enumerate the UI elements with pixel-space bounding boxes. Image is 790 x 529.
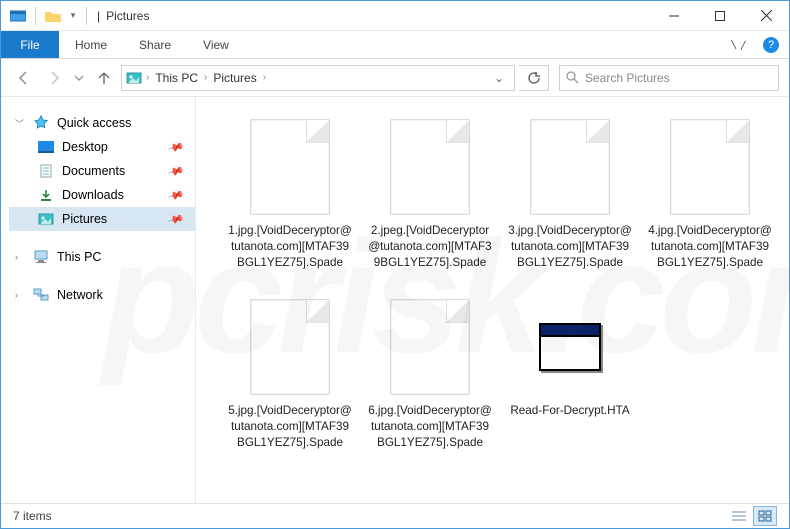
file-item[interactable]: 1.jpg.[VoidDeceryptor@tutanota.com][MTAF… bbox=[220, 111, 360, 291]
sidebar-this-pc[interactable]: › This PC bbox=[9, 245, 195, 269]
file-name: 1.jpg.[VoidDeceryptor@tutanota.com][MTAF… bbox=[228, 223, 352, 270]
titlebar-sep: | bbox=[93, 9, 100, 23]
address-bar[interactable]: › This PC › Pictures › ⌄ bbox=[121, 65, 515, 91]
back-button[interactable] bbox=[11, 65, 37, 91]
ribbon: File Home Share View 〵〳 ? bbox=[1, 31, 789, 59]
sidebar-label: Quick access bbox=[57, 116, 131, 130]
blank-file-icon bbox=[390, 299, 470, 395]
search-placeholder: Search Pictures bbox=[585, 71, 670, 85]
file-pane[interactable]: 1.jpg.[VoidDeceryptor@tutanota.com][MTAF… bbox=[196, 97, 789, 505]
tab-view[interactable]: View bbox=[187, 31, 245, 58]
sidebar-item-label: Downloads bbox=[62, 188, 124, 202]
minimize-button[interactable] bbox=[651, 1, 697, 31]
expand-ribbon-icon[interactable]: 〵〳 bbox=[729, 37, 749, 52]
close-button[interactable] bbox=[743, 1, 789, 31]
chevron-right-icon[interactable]: › bbox=[204, 72, 207, 83]
network-icon bbox=[32, 287, 50, 303]
chevron-right-icon: › bbox=[15, 290, 25, 300]
sidebar-quick-access[interactable]: ﹀ Quick access bbox=[9, 111, 195, 135]
titlebar: ▾ | Pictures bbox=[1, 1, 789, 31]
search-icon bbox=[566, 71, 579, 84]
chevron-down-icon: ﹀ bbox=[15, 117, 25, 130]
up-button[interactable] bbox=[91, 65, 117, 91]
sidebar-network[interactable]: › Network bbox=[9, 283, 195, 307]
crumb-this-pc[interactable]: This PC bbox=[153, 71, 200, 85]
chevron-right-icon: › bbox=[15, 252, 25, 262]
doc-icon bbox=[37, 163, 55, 179]
file-tab[interactable]: File bbox=[1, 31, 59, 58]
window-title: Pictures bbox=[102, 9, 149, 23]
item-count: 7 items bbox=[13, 509, 52, 523]
sidebar-item-label: Documents bbox=[62, 164, 125, 178]
help-icon[interactable]: ? bbox=[763, 37, 779, 53]
details-view-button[interactable] bbox=[727, 506, 751, 526]
folder-icon[interactable] bbox=[42, 5, 64, 27]
file-name: 3.jpg.[VoidDeceryptor@tutanota.com][MTAF… bbox=[508, 223, 632, 270]
pc-icon bbox=[32, 249, 50, 265]
refresh-button[interactable] bbox=[519, 65, 549, 91]
qat-dropdown-icon[interactable]: ▾ bbox=[66, 5, 80, 27]
file-item[interactable]: 6.jpg.[VoidDeceryptor@tutanota.com][MTAF… bbox=[360, 291, 500, 471]
sidebar-item-downloads[interactable]: Downloads 📌 bbox=[9, 183, 195, 207]
nav-row: › This PC › Pictures › ⌄ Search Pictures bbox=[1, 59, 789, 97]
blank-file-icon bbox=[390, 119, 470, 215]
large-icons-view-button[interactable] bbox=[753, 506, 777, 526]
file-item[interactable]: 4.jpg.[VoidDeceryptor@tutanota.com][MTAF… bbox=[640, 111, 780, 291]
file-name: 2.jpeg.[VoidDeceryptor@tutanota.com][MTA… bbox=[368, 223, 492, 270]
file-name: 6.jpg.[VoidDeceryptor@tutanota.com][MTAF… bbox=[368, 403, 492, 450]
forward-button[interactable] bbox=[41, 65, 67, 91]
sidebar-item-label: Desktop bbox=[62, 140, 108, 154]
blank-file-icon bbox=[250, 119, 330, 215]
sidebar-label: Network bbox=[57, 288, 103, 302]
recent-dropdown-icon[interactable] bbox=[71, 65, 87, 91]
sidebar-item-pictures[interactable]: Pictures 📌 bbox=[9, 207, 195, 231]
pin-icon: 📌 bbox=[167, 210, 185, 228]
blank-file-icon bbox=[530, 119, 610, 215]
blank-file-icon bbox=[670, 119, 750, 215]
tab-home[interactable]: Home bbox=[59, 31, 123, 58]
pin-icon: 📌 bbox=[167, 138, 185, 156]
sidebar: ﹀ Quick access Desktop📌Documents📌Downloa… bbox=[1, 97, 196, 505]
blank-file-icon bbox=[250, 299, 330, 395]
quick-access-toolbar: ▾ | Pictures bbox=[1, 5, 155, 27]
file-item[interactable]: Read-For-Decrypt.HTA bbox=[500, 291, 640, 471]
chevron-right-icon[interactable]: › bbox=[263, 72, 266, 83]
crumb-pictures[interactable]: Pictures bbox=[211, 71, 258, 85]
search-box[interactable]: Search Pictures bbox=[559, 65, 779, 91]
address-dropdown-icon[interactable]: ⌄ bbox=[488, 71, 510, 85]
pic-icon bbox=[37, 211, 55, 227]
star-icon bbox=[32, 115, 50, 131]
desktop-icon bbox=[37, 139, 55, 155]
sidebar-item-documents[interactable]: Documents 📌 bbox=[9, 159, 195, 183]
sidebar-item-label: Pictures bbox=[62, 212, 107, 226]
sidebar-item-desktop[interactable]: Desktop 📌 bbox=[9, 135, 195, 159]
file-name: 5.jpg.[VoidDeceryptor@tutanota.com][MTAF… bbox=[228, 403, 352, 450]
tab-share[interactable]: Share bbox=[123, 31, 187, 58]
window-controls bbox=[651, 1, 789, 31]
maximize-button[interactable] bbox=[697, 1, 743, 31]
file-item[interactable]: 5.jpg.[VoidDeceryptor@tutanota.com][MTAF… bbox=[220, 291, 360, 471]
chevron-right-icon[interactable]: › bbox=[146, 72, 149, 83]
hta-icon bbox=[530, 299, 610, 395]
file-name: Read-For-Decrypt.HTA bbox=[508, 403, 632, 419]
pictures-icon bbox=[126, 71, 142, 85]
pin-icon: 📌 bbox=[167, 186, 185, 204]
file-name: 4.jpg.[VoidDeceryptor@tutanota.com][MTAF… bbox=[648, 223, 772, 270]
down-icon bbox=[37, 187, 55, 203]
app-icon bbox=[7, 5, 29, 27]
file-item[interactable]: 3.jpg.[VoidDeceryptor@tutanota.com][MTAF… bbox=[500, 111, 640, 291]
status-bar: 7 items bbox=[1, 503, 789, 528]
sidebar-label: This PC bbox=[57, 250, 101, 264]
pin-icon: 📌 bbox=[167, 162, 185, 180]
file-item[interactable]: 2.jpeg.[VoidDeceryptor@tutanota.com][MTA… bbox=[360, 111, 500, 291]
